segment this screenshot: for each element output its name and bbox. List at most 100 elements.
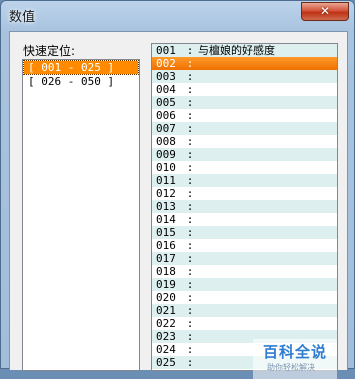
value-row[interactable]: 005: (152, 96, 337, 109)
value-name (196, 330, 198, 343)
value-number: 024 (156, 343, 176, 356)
value-name (196, 304, 198, 317)
value-separator: : (186, 304, 194, 317)
quick-jump-label: 快速定位: (23, 44, 76, 58)
value-name (196, 265, 198, 278)
value-separator: : (186, 239, 194, 252)
value-separator: : (186, 187, 194, 200)
value-row[interactable]: 006: (152, 109, 337, 122)
value-row[interactable]: 020: (152, 291, 337, 304)
value-name (196, 161, 198, 174)
value-separator: : (186, 265, 194, 278)
value-name (196, 96, 198, 109)
value-number: 016 (156, 239, 176, 252)
value-row[interactable]: 016: (152, 239, 337, 252)
value-dialog-window: 数值 ✕ 快速定位: [ 001 - 025 ][ 026 - 050 ] 00… (0, 0, 355, 379)
value-row[interactable]: 019: (152, 278, 337, 291)
value-separator: : (186, 57, 194, 70)
value-separator: : (186, 278, 194, 291)
title-bar[interactable]: 数值 ✕ (1, 1, 354, 31)
value-name (196, 109, 198, 122)
value-row[interactable]: 011: (152, 174, 337, 187)
value-separator: : (186, 356, 194, 369)
value-number: 020 (156, 291, 176, 304)
value-separator: : (186, 200, 194, 213)
value-number: 019 (156, 278, 176, 291)
value-row[interactable]: 002: (152, 57, 337, 70)
value-name (196, 122, 198, 135)
value-number: 023 (156, 330, 176, 343)
range-item[interactable]: [ 001 - 025 ] (23, 60, 139, 75)
value-name (196, 57, 198, 70)
value-separator: : (186, 109, 194, 122)
value-name (196, 174, 198, 187)
value-row[interactable]: 021: (152, 304, 337, 317)
value-row[interactable]: 013: (152, 200, 337, 213)
value-separator: : (186, 44, 194, 57)
value-name (196, 83, 198, 96)
value-number: 021 (156, 304, 176, 317)
value-row[interactable]: 018: (152, 265, 337, 278)
value-separator: : (186, 317, 194, 330)
value-number: 006 (156, 109, 176, 122)
value-name (196, 239, 198, 252)
value-number: 004 (156, 83, 176, 96)
value-row[interactable]: 004: (152, 83, 337, 96)
close-icon: ✕ (319, 4, 331, 18)
watermark-logo: 百科全说 助你轻松解决 (253, 339, 337, 379)
value-name (196, 70, 198, 83)
value-row[interactable]: 001: 与檀娘的好感度 (152, 44, 337, 57)
value-number: 013 (156, 200, 176, 213)
value-separator: : (186, 330, 194, 343)
value-separator: : (186, 226, 194, 239)
value-number: 010 (156, 161, 176, 174)
value-name (196, 356, 198, 369)
value-number: 002 (156, 57, 176, 70)
value-row[interactable]: 003: (152, 70, 337, 83)
value-row[interactable]: 008: (152, 135, 337, 148)
range-item[interactable]: [ 026 - 050 ] (24, 75, 138, 88)
value-number: 011 (156, 174, 176, 187)
value-name (196, 187, 198, 200)
value-number: 022 (156, 317, 176, 330)
value-row[interactable]: 010: (152, 161, 337, 174)
value-separator: : (186, 213, 194, 226)
value-separator: : (186, 122, 194, 135)
value-row[interactable]: 014: (152, 213, 337, 226)
value-list[interactable]: 001: 与檀娘的好感度 002:003:004:005:006:007:008:0… (151, 43, 338, 371)
value-name (196, 278, 198, 291)
value-number: 001 (156, 44, 176, 57)
value-name (196, 252, 198, 265)
value-number: 005 (156, 96, 176, 109)
value-row[interactable]: 009: (152, 148, 337, 161)
value-number: 018 (156, 265, 176, 278)
value-number: 015 (156, 226, 176, 239)
value-number: 012 (156, 187, 176, 200)
value-row[interactable]: 012: (152, 187, 337, 200)
value-number: 009 (156, 148, 176, 161)
value-number: 007 (156, 122, 176, 135)
value-separator: : (186, 83, 194, 96)
value-separator: : (186, 343, 194, 356)
value-separator: : (186, 135, 194, 148)
value-number: 014 (156, 213, 176, 226)
value-row[interactable]: 017: (152, 252, 337, 265)
value-row[interactable]: 007: (152, 122, 337, 135)
value-name: 与檀娘的好感度 (198, 44, 275, 57)
value-number: 025 (156, 356, 176, 369)
value-separator: : (186, 161, 194, 174)
value-name (196, 200, 198, 213)
value-name (196, 291, 198, 304)
value-number: 003 (156, 70, 176, 83)
value-name (196, 148, 198, 161)
close-button[interactable]: ✕ (301, 2, 349, 21)
value-separator: : (186, 148, 194, 161)
watermark-title: 百科全说 (263, 343, 328, 361)
value-separator: : (186, 70, 194, 83)
value-row[interactable]: 022: (152, 317, 337, 330)
quick-jump-range-list[interactable]: [ 001 - 025 ][ 026 - 050 ] (22, 59, 140, 371)
value-row[interactable]: 015: (152, 226, 337, 239)
value-name (196, 213, 198, 226)
dialog-client-area: 快速定位: [ 001 - 025 ][ 026 - 050 ] 001: 与檀娘… (9, 31, 348, 379)
value-name (196, 135, 198, 148)
